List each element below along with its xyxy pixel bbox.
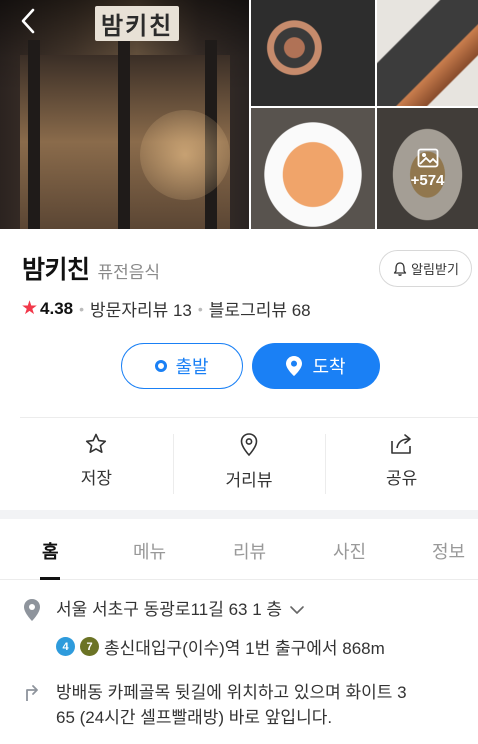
share-icon (390, 434, 411, 454)
tab-photos[interactable]: 사진 (333, 538, 366, 564)
directions-text: 방배동 카페골목 뒷길에 위치하고 있으며 화이트 3 65 (24시간 셀프빨… (56, 680, 478, 730)
food-photo-crisps[interactable] (377, 0, 478, 106)
rating-row: ★ 4.38 • 방문자리뷰 13 • 블로그리뷰 68 (21, 296, 311, 321)
blog-reviews-link[interactable]: 블로그리뷰 68 (209, 296, 311, 321)
turn-arrow-icon (26, 685, 38, 701)
image-icon (417, 148, 438, 168)
map-pin-icon (24, 599, 40, 621)
street-view-button[interactable]: 거리뷰 (172, 432, 326, 496)
more-photos-overlay[interactable]: +574 (377, 108, 478, 229)
active-tab-indicator (40, 577, 60, 580)
storefront-light (140, 110, 230, 200)
subway-line-badge: 7 (80, 637, 99, 656)
street-view-label: 거리뷰 (225, 471, 273, 490)
storefront-pillar (118, 40, 130, 229)
tab-bar: 홈 메뉴 리뷰 사진 정보 (0, 519, 478, 580)
subway-distance-text: 총신대입구(이수)역 1번 출구에서 868m (104, 639, 385, 658)
action-bar: 저장 거리뷰 공유 (20, 432, 478, 496)
location-pin-icon (240, 433, 258, 457)
place-category: 퓨전음식 (97, 263, 161, 282)
tab-info[interactable]: 정보 (432, 538, 465, 564)
directions-row: 방배동 카페골목 뒷길에 위치하고 있으며 화이트 3 65 (24시간 셀프빨… (22, 680, 478, 730)
back-button[interactable] (14, 6, 44, 36)
save-label: 저장 (80, 469, 112, 488)
tab-home[interactable]: 홈 (42, 538, 59, 564)
food-photo-canapes[interactable] (251, 0, 375, 106)
storefront-sign: 밤키친 (95, 6, 180, 41)
chevron-down-icon (290, 606, 304, 614)
share-button[interactable]: 공유 (325, 432, 478, 496)
alert-subscribe-button[interactable]: 알림받기 (379, 250, 472, 287)
address-row[interactable]: 서울 서초구 동광로11길 63 1 층 (22, 598, 306, 622)
save-button[interactable]: 저장 (20, 432, 173, 496)
origin-dot-icon (155, 360, 168, 372)
depart-button[interactable]: 출발 (121, 343, 243, 389)
divider (20, 417, 478, 418)
directions-line: 65 (24시간 셀프빨래방) 바로 앞입니다. (56, 708, 333, 727)
section-separator (0, 510, 478, 519)
tab-menu[interactable]: 메뉴 (133, 538, 166, 564)
more-photos-count: +574 (410, 172, 445, 189)
bell-icon (393, 261, 407, 276)
separator-dot: • (79, 300, 85, 317)
place-name: 밤키친 (22, 256, 90, 284)
visitor-reviews-link[interactable]: 방문자리뷰 13 (90, 296, 192, 321)
separator-dot: • (197, 300, 203, 317)
storefront-pillar (28, 40, 40, 229)
address-text: 서울 서초구 동광로11길 63 1 층 (56, 600, 283, 619)
arrive-label: 도착 (312, 357, 346, 377)
location-pin-filled-icon (286, 356, 303, 376)
chevron-left-icon (21, 8, 35, 34)
subway-row: 4 7 총신대입구(이수)역 1번 출구에서 868m (56, 634, 385, 659)
subway-line-badge: 4 (56, 637, 75, 656)
rating-score: 4.38 (40, 298, 74, 318)
title-row: 밤키친 퓨전음식 (22, 250, 160, 286)
tab-reviews[interactable]: 리뷰 (233, 538, 266, 564)
food-photo-pasta[interactable] (251, 108, 375, 229)
star-filled-icon: ★ (21, 298, 39, 319)
directions-line: 방배동 카페골목 뒷길에 위치하고 있으며 화이트 3 (56, 683, 407, 702)
depart-label: 출발 (175, 357, 209, 377)
alert-subscribe-label: 알림받기 (411, 262, 459, 277)
arrive-button[interactable]: 도착 (252, 343, 380, 389)
share-label: 공유 (386, 469, 418, 488)
star-outline-icon (86, 433, 107, 453)
